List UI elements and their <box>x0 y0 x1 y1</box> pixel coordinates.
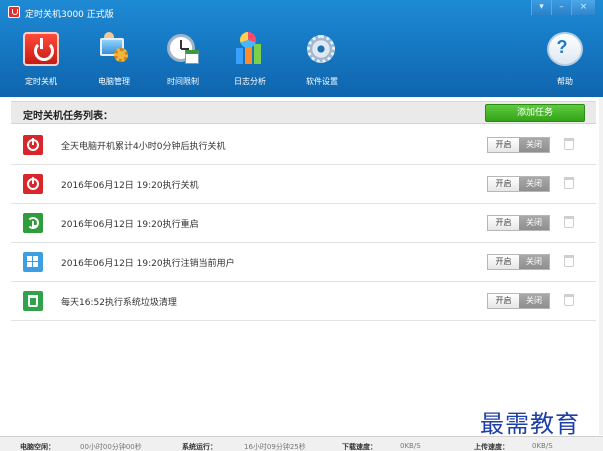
toolbar-item-time-limit[interactable]: 时间限制 <box>153 32 213 87</box>
enable-button[interactable]: 开启 <box>488 255 519 269</box>
computer-management-icon <box>96 32 132 66</box>
toolbar-item-help[interactable]: ? 帮助 <box>535 32 595 87</box>
enable-button[interactable]: 开启 <box>488 138 519 152</box>
delete-icon[interactable] <box>564 216 574 228</box>
recycle-bin-icon <box>23 291 43 311</box>
system-runtime-label: 系统运行： <box>182 443 217 451</box>
clock-icon <box>165 32 201 66</box>
disable-button[interactable]: 关闭 <box>519 294 549 308</box>
upload-speed-label: 上传速度： <box>474 443 509 451</box>
chart-icon <box>232 32 268 66</box>
task-toggle: 开启 关闭 <box>487 176 550 192</box>
task-description: 每天16:52执行系统垃圾清理 <box>61 298 177 308</box>
task-row[interactable]: 每天16:52执行系统垃圾清理 开启 关闭 <box>11 282 596 321</box>
menu-dropdown-button[interactable]: ▾ <box>531 0 551 15</box>
shutdown-icon <box>23 174 43 194</box>
enable-button[interactable]: 开启 <box>488 177 519 191</box>
toolbar-item-computer-management[interactable]: 电脑管理 <box>84 32 144 87</box>
toolbar-label: 帮助 <box>557 77 573 86</box>
idle-time-label: 电脑空闲： <box>20 443 55 451</box>
delete-icon[interactable] <box>564 138 574 150</box>
status-bar: 电脑空闲： 00小时00分钟00秒 系统运行： 16小时09分钟25秒 下载速度… <box>0 436 603 451</box>
restart-icon <box>23 213 43 233</box>
window-title: 定时关机3000 正式版 <box>25 10 114 20</box>
toolbar-label: 时间限制 <box>167 77 199 86</box>
delete-icon[interactable] <box>564 255 574 267</box>
idle-time-value: 00小时00分钟00秒 <box>80 443 142 451</box>
task-description: 2016年06月12日 19:20执行注销当前用户 <box>61 259 235 269</box>
toolbar-label: 日志分析 <box>234 77 266 86</box>
add-task-button[interactable]: 添加任务 <box>485 104 585 122</box>
delete-icon[interactable] <box>564 177 574 189</box>
disable-button[interactable]: 关闭 <box>519 255 549 269</box>
disable-button[interactable]: 关闭 <box>519 138 549 152</box>
task-list-header: 定时关机任务列表： 添加任务 <box>11 101 596 124</box>
task-description: 2016年06月12日 19:20执行重启 <box>61 220 199 230</box>
delete-icon[interactable] <box>564 294 574 306</box>
power-icon <box>23 32 59 66</box>
title-bar: 定时关机3000 正式版 ▾ – × <box>0 0 603 24</box>
main-toolbar: 定时关机 电脑管理 时间限制 日志分析 软件设置 ? 帮助 <box>0 32 603 94</box>
enable-button[interactable]: 开启 <box>488 216 519 230</box>
windows-icon <box>23 252 43 272</box>
disable-button[interactable]: 关闭 <box>519 216 549 230</box>
task-toggle: 开启 关闭 <box>487 293 550 309</box>
task-toggle: 开启 关闭 <box>487 254 550 270</box>
download-speed-label: 下载速度： <box>342 443 377 451</box>
gear-icon <box>304 32 340 66</box>
watermark: 最需教育 <box>480 410 580 438</box>
close-button[interactable]: × <box>571 0 595 15</box>
task-description: 全天电脑开机累计4小时0分钟后执行关机 <box>61 142 226 152</box>
toolbar-item-log-analysis[interactable]: 日志分析 <box>220 32 280 87</box>
task-row[interactable]: 全天电脑开机累计4小时0分钟后执行关机 开启 关闭 <box>11 126 596 165</box>
upload-speed-value: 0KB/S <box>532 442 553 450</box>
download-speed-value: 0KB/S <box>400 442 421 450</box>
disable-button[interactable]: 关闭 <box>519 177 549 191</box>
task-row[interactable]: 2016年06月12日 19:20执行关机 开启 关闭 <box>11 165 596 204</box>
scrollbar[interactable] <box>599 97 603 435</box>
app-logo-icon <box>8 6 20 18</box>
toolbar-label: 软件设置 <box>306 77 338 86</box>
window-controls: ▾ – × <box>531 0 595 15</box>
task-toggle: 开启 关闭 <box>487 137 550 153</box>
task-description: 2016年06月12日 19:20执行关机 <box>61 181 199 191</box>
task-toggle: 开启 关闭 <box>487 215 550 231</box>
enable-button[interactable]: 开启 <box>488 294 519 308</box>
toolbar-label: 定时关机 <box>25 77 57 86</box>
toolbar-item-software-settings[interactable]: 软件设置 <box>292 32 352 87</box>
task-row[interactable]: 2016年06月12日 19:20执行注销当前用户 开启 关闭 <box>11 243 596 282</box>
app-header: 定时关机3000 正式版 ▾ – × 定时关机 电脑管理 时间限制 日志分析 软… <box>0 0 603 97</box>
toolbar-label: 电脑管理 <box>98 77 130 86</box>
help-icon: ? <box>547 32 583 66</box>
task-row[interactable]: 2016年06月12日 19:20执行重启 开启 关闭 <box>11 204 596 243</box>
system-runtime-value: 16小时09分钟25秒 <box>244 443 306 451</box>
shutdown-icon <box>23 135 43 155</box>
toolbar-item-scheduled-shutdown[interactable]: 定时关机 <box>11 32 71 87</box>
minimize-button[interactable]: – <box>551 0 571 15</box>
task-list-title: 定时关机任务列表： <box>23 111 113 122</box>
